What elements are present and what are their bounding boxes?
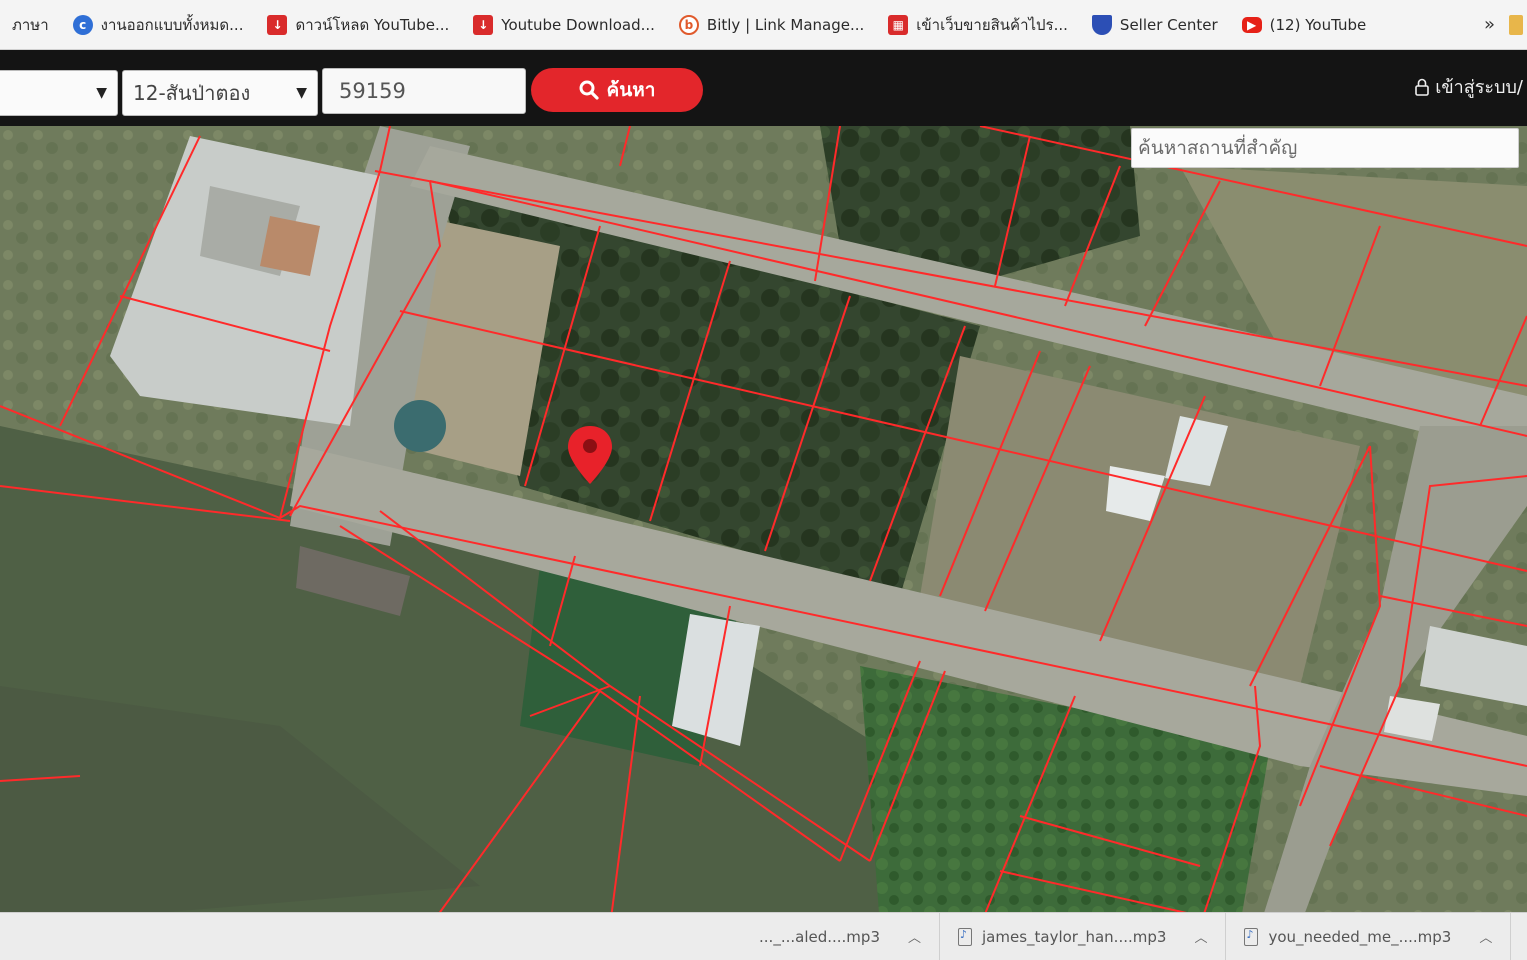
place-search-input[interactable]: ค้นหาสถานที่สำคัญ [1131, 128, 1519, 168]
chevron-up-icon[interactable]: ︿ [1479, 927, 1492, 946]
bookmark-label: Bitly | Link Manage... [706, 15, 865, 34]
bookmark-label: (12) YouTube [1269, 15, 1367, 34]
lock-icon [1415, 78, 1429, 96]
chevron-down-icon: ▼ [296, 85, 307, 101]
folder-icon[interactable] [1509, 14, 1523, 35]
district-select[interactable]: 12-สันป่าตอง ▼ [122, 70, 318, 116]
parcel-number-input[interactable]: 59159 [322, 68, 526, 114]
building-roof [260, 216, 320, 276]
search-button[interactable]: ค้นหา [531, 68, 703, 112]
chevron-down-icon: ▼ [96, 85, 107, 101]
audio-file-icon [958, 927, 972, 946]
download-item[interactable]: you_needed_me_....mp3 ︿ [1226, 913, 1512, 960]
download-filename: james_taylor_han....mp3 [982, 927, 1167, 946]
c-icon: c [72, 14, 93, 35]
search-icon [579, 80, 599, 100]
map-canvas[interactable] [0, 126, 1527, 926]
bookmark-youtube-download-th[interactable]: ↓ ดาวน์โหลด YouTube... [255, 0, 461, 49]
chevron-up-icon[interactable]: ︿ [908, 927, 921, 946]
bookmark-bitly[interactable]: b Bitly | Link Manage... [667, 0, 876, 49]
bookmark-language[interactable]: ภาษา [0, 0, 61, 49]
parcel-number-value: 59159 [339, 79, 406, 103]
chevron-up-icon[interactable]: ︿ [1194, 927, 1207, 946]
search-button-label: ค้นหา [606, 79, 656, 101]
login-link[interactable]: เข้าสู่ระบบ/ [1415, 72, 1523, 101]
province-select[interactable]: ▼ [0, 70, 118, 116]
bookmark-shop[interactable]: ▦ เข้าเว็บขายสินค้าไปร... [876, 0, 1080, 49]
shield-icon [1091, 14, 1112, 35]
bookmark-label: งานออกแบบทั้งหมด... [100, 15, 244, 34]
satellite-map[interactable]: ค้นหาสถานที่สำคัญ [0, 126, 1527, 926]
district-select-value: 12-สันป่าตอง [133, 81, 251, 105]
download-item[interactable]: james_taylor_han....mp3 ︿ [940, 913, 1227, 960]
place-search-placeholder: ค้นหาสถานที่สำคัญ [1138, 137, 1298, 159]
bookmark-label: ดาวน์โหลด YouTube... [295, 15, 450, 34]
download-filename: you_needed_me_....mp3 [1268, 927, 1452, 946]
bookmark-youtube-download[interactable]: ↓ Youtube Download... [461, 0, 667, 49]
bookmark-youtube[interactable]: ▶ (12) YouTube [1230, 0, 1379, 49]
bookmark-label: ภาษา [12, 15, 49, 34]
shop-icon: ▦ [888, 14, 909, 35]
bookmark-canva[interactable]: c งานออกแบบทั้งหมด... [61, 0, 256, 49]
bitly-icon: b [678, 14, 699, 35]
pond [394, 400, 446, 452]
audio-file-icon [1244, 927, 1259, 946]
parcel-search-toolbar: ▼ 12-สันป่าตอง ▼ 59159 ค้นหา เข้าสู่ระบบ… [0, 50, 1527, 130]
bookmark-label: เข้าเว็บขายสินค้าไปร... [916, 15, 1068, 34]
bookmark-label: Youtube Download... [501, 15, 655, 34]
login-label: เข้าสู่ระบบ/ [1435, 77, 1523, 98]
downloads-bar: ..._...aled....mp3 ︿ james_taylor_han...… [0, 912, 1527, 960]
download-filename: ..._...aled....mp3 [759, 927, 880, 946]
download-icon: ↓ [473, 14, 494, 35]
bookmark-seller-center[interactable]: Seller Center [1080, 0, 1230, 49]
youtube-icon: ▶ [1241, 16, 1262, 33]
download-item[interactable]: ..._...aled....mp3 ︿ [0, 913, 940, 960]
bookmarks-bar: ภาษา c งานออกแบบทั้งหมด... ↓ ดาวน์โหลด Y… [0, 0, 1527, 50]
bookmark-label: Seller Center [1119, 15, 1218, 34]
download-icon: ↓ [267, 14, 288, 35]
more-bookmarks-button[interactable]: » [1470, 14, 1509, 35]
